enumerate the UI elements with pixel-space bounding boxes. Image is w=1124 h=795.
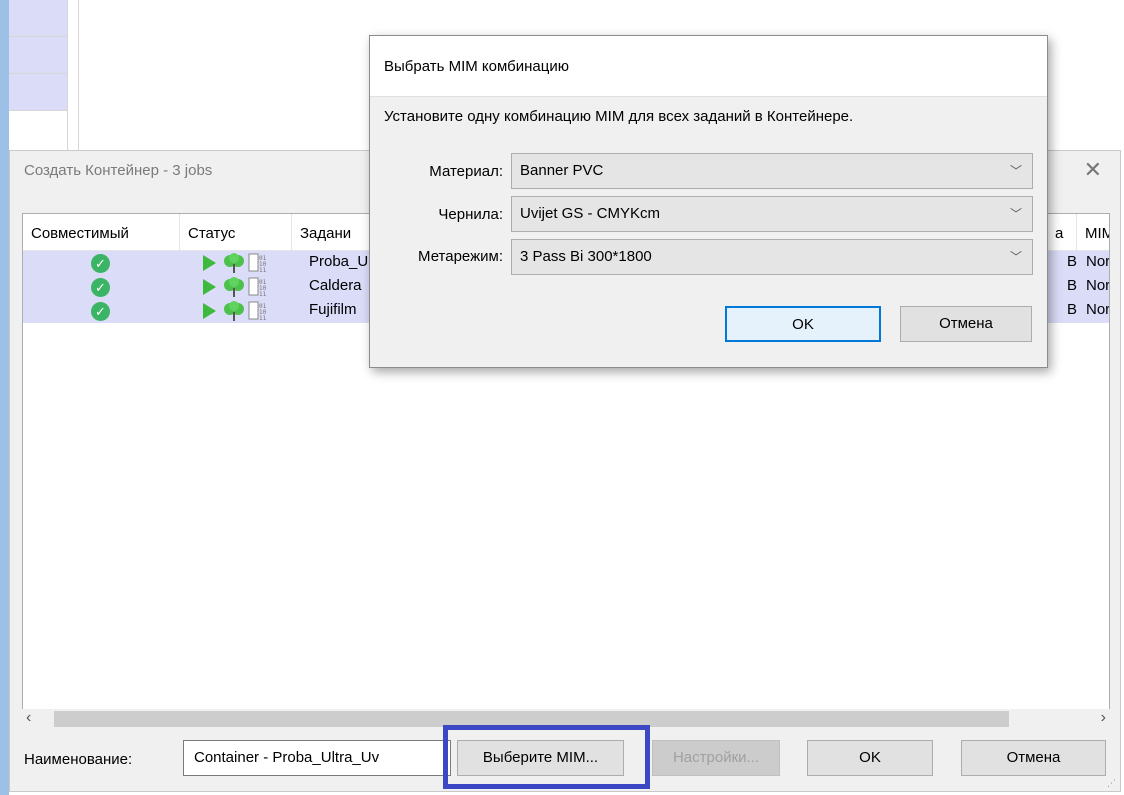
column-status[interactable]: Статус (180, 214, 292, 250)
binary-file-icon: 011011 (248, 277, 267, 297)
chevron-down-icon: ﹀ (1009, 207, 1022, 221)
play-icon (203, 255, 216, 271)
background-divider (78, 0, 79, 150)
metamode-select[interactable]: 3 Pass Bi 300*1800 ﹀ (511, 239, 1033, 275)
material-value: Banner PVC (520, 162, 604, 179)
material-select[interactable]: Banner PVC ﹀ (511, 153, 1033, 189)
ink-select[interactable]: Uvijet GS - CMYKcm ﹀ (511, 196, 1033, 232)
svg-text:11: 11 (259, 267, 267, 273)
tree-icon (224, 277, 244, 297)
mim-titlebar: Выбрать MIM комбинацию (370, 36, 1047, 97)
job-name: Caldera (309, 277, 362, 294)
svg-text:11: 11 (259, 315, 267, 321)
resize-grip-icon[interactable]: ⋰ (1107, 778, 1117, 788)
ok-button[interactable]: OK (807, 740, 933, 776)
highlight-frame (443, 725, 650, 789)
chevron-down-icon: ﹀ (1009, 250, 1022, 264)
binary-file-icon: 011011 (248, 301, 267, 321)
binary-file-icon: 011011 (248, 253, 267, 273)
tree-icon (224, 253, 244, 273)
job-size: B (1067, 277, 1078, 294)
column-mim[interactable]: MIM (1077, 214, 1109, 250)
cancel-button[interactable]: Отмена (961, 740, 1106, 776)
container-name-input[interactable]: Container - Proba_Ultra_Uv (183, 740, 451, 776)
job-mim: Nor (1086, 301, 1110, 318)
mim-dialog-title: Выбрать MIM комбинацию (384, 58, 569, 75)
job-name: Fujifilm (309, 301, 357, 318)
ink-label: Чернила: (438, 206, 503, 223)
close-icon[interactable]: ✕ (1084, 157, 1102, 183)
column-size[interactable]: a (1047, 214, 1077, 250)
svg-text:11: 11 (259, 291, 267, 297)
settings-button[interactable]: Настройки... (652, 740, 780, 776)
background-window-edge (0, 0, 9, 795)
mim-cancel-button[interactable]: Отмена (900, 306, 1032, 342)
check-circle-icon: ✓ (91, 302, 110, 321)
play-icon (203, 303, 216, 319)
column-compatible[interactable]: Совместимый (23, 214, 180, 250)
scroll-left-icon[interactable]: ‹ (26, 709, 31, 727)
job-size: B (1067, 301, 1078, 318)
job-mim: Nor (1086, 277, 1110, 294)
ink-value: Uvijet GS - CMYKcm (520, 205, 661, 222)
material-label: Материал: (429, 163, 503, 180)
name-label: Наименование: (24, 751, 133, 768)
metamode-label: Метарежим: (418, 248, 503, 265)
select-mim-dialog: Выбрать MIM комбинацию Установите одну к… (369, 35, 1048, 368)
check-circle-icon: ✓ (91, 278, 110, 297)
chevron-down-icon: ﹀ (1009, 164, 1022, 178)
job-mim: Nor (1086, 253, 1110, 270)
scroll-right-icon[interactable]: › (1101, 709, 1106, 727)
mim-description: Установите одну комбинацию MIM для всех … (384, 108, 854, 125)
mim-ok-button[interactable]: OK (725, 306, 881, 342)
metamode-value: 3 Pass Bi 300*1800 (520, 248, 652, 265)
tree-icon (224, 301, 244, 321)
check-circle-icon: ✓ (91, 254, 110, 273)
job-name: Proba_U (309, 253, 369, 270)
job-size: B (1067, 253, 1078, 270)
play-icon (203, 279, 216, 295)
background-grid (9, 0, 68, 150)
dialog-title: Создать Контейнер - 3 jobs (24, 162, 213, 179)
